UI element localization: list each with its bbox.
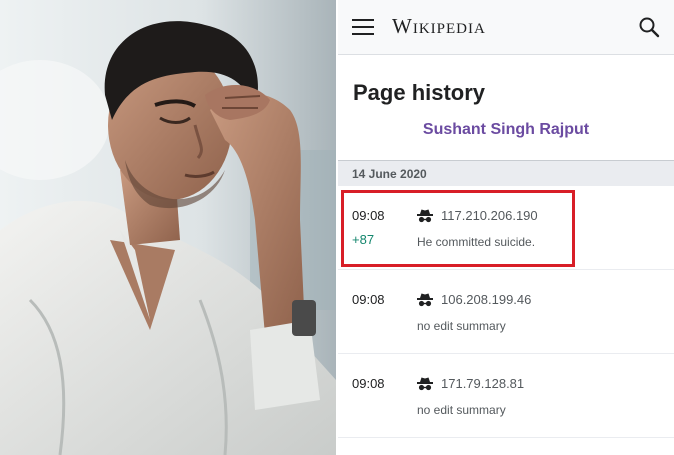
revision-time: 09:08 — [352, 208, 385, 223]
wikipedia-page-history-screen: Wikipedia Page history Sushant Singh Raj… — [338, 0, 674, 455]
revision-row[interactable]: 09:08 171.79.128.81 no edit summary — [338, 355, 674, 438]
page-title: Page history — [353, 80, 486, 105]
date-section-header: 14 June 2020 — [338, 160, 674, 186]
portrait-illustration — [0, 0, 336, 455]
anonymous-user-icon — [417, 293, 433, 307]
revision-edit-summary: no edit summary — [417, 319, 506, 333]
revision-ip-address[interactable]: 171.79.128.81 — [441, 376, 524, 391]
hamburger-menu-icon[interactable] — [352, 19, 374, 37]
top-header-bar: Wikipedia — [338, 0, 674, 55]
wikipedia-wordmark[interactable]: Wikipedia — [392, 14, 486, 39]
revision-row[interactable]: 09:08 106.208.199.46 no edit summary — [338, 271, 674, 354]
anonymous-user-icon — [417, 209, 433, 223]
article-title-link[interactable]: Sushant Singh Rajput — [338, 121, 674, 139]
revision-time: 09:08 — [352, 292, 385, 307]
revision-time: 09:08 — [352, 376, 385, 391]
revision-edit-summary: He committed suicide. — [417, 235, 536, 249]
portrait-photo — [0, 0, 336, 455]
revision-edit-summary: no edit summary — [417, 403, 506, 417]
revision-byte-change: +87 — [352, 232, 375, 247]
anonymous-user-icon — [417, 377, 433, 391]
revision-ip-address[interactable]: 106.208.199.46 — [441, 292, 531, 307]
revision-ip-address[interactable]: 117.210.206.190 — [441, 208, 538, 223]
revision-row[interactable]: 09:08 +87 117.210.206.190 He committed s… — [338, 187, 674, 270]
date-label: 14 June 2020 — [352, 167, 427, 181]
search-icon[interactable] — [638, 16, 660, 38]
